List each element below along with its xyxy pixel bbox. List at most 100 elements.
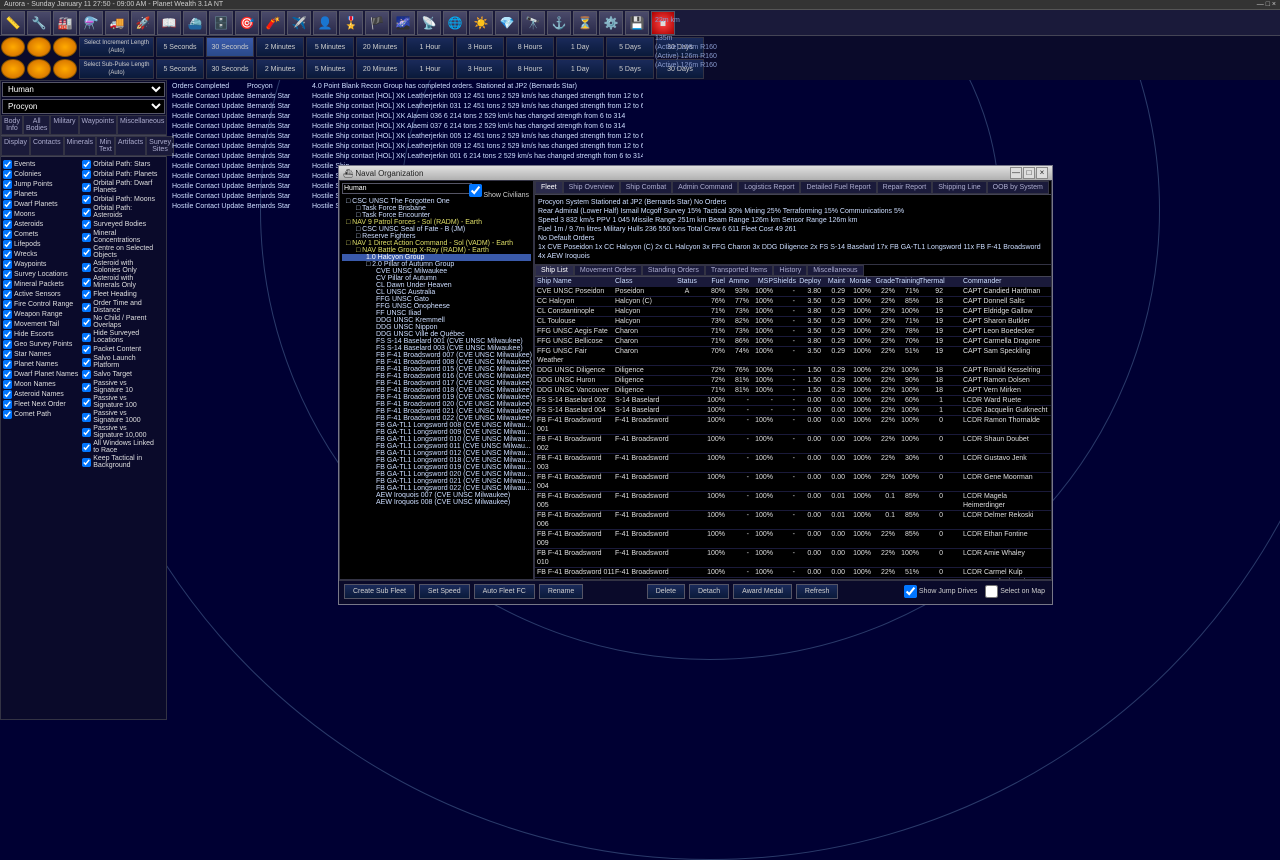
refresh-button[interactable]: Refresh (796, 584, 839, 599)
tree-node[interactable]: □ Reserve Fighters (342, 233, 531, 240)
globe-icon[interactable]: 🌐 (443, 11, 467, 35)
create-sub-fleet-button[interactable]: Create Sub Fleet (344, 584, 415, 599)
subtab-standing-orders[interactable]: Standing Orders (642, 265, 705, 276)
check-order-time-and-distance[interactable]: Order Time and Distance (82, 300, 157, 314)
check-colonies[interactable]: Colonies (3, 170, 78, 179)
tree-node[interactable]: FB F-41 Broadsword 015 (CVE UNSC Milwauk… (342, 366, 531, 373)
delete-button[interactable]: Delete (647, 584, 685, 599)
play-alt-icon[interactable] (53, 37, 77, 57)
flag-icon[interactable]: 🏴 (365, 11, 389, 35)
time-20-minutes[interactable]: 20 Minutes (356, 37, 404, 57)
subtab-miscellaneous[interactable]: Miscellaneous (807, 265, 863, 276)
tree-node[interactable]: FB F-41 Broadsword 007 (CVE UNSC Milwauk… (342, 352, 531, 359)
ruler-icon[interactable]: 📏 (1, 11, 25, 35)
time-20-minutes[interactable]: 20 Minutes (356, 59, 404, 79)
check-asteroids[interactable]: Asteroids (3, 220, 78, 229)
col-header[interactable]: Training (895, 277, 919, 286)
survey-icon[interactable]: 🔭 (521, 11, 545, 35)
time-30-seconds[interactable]: 30 Seconds (206, 37, 254, 57)
ship-row[interactable]: FFG UNSC BellicoseCharon71%86%100%-3.800… (535, 337, 1051, 347)
col-header[interactable]: Class (615, 277, 673, 286)
check-salvo-launch-platform[interactable]: Salvo Launch Platform (82, 355, 157, 369)
time-8-hours[interactable]: 8 Hours (506, 37, 554, 57)
check-jump-points[interactable]: Jump Points (3, 180, 78, 189)
ship-row[interactable]: FB F-41 Broadsword 009F-41 Broadsword100… (535, 530, 1051, 549)
time-1-day[interactable]: 1 Day (556, 59, 604, 79)
col-header[interactable]: Status (673, 277, 701, 286)
check-keep-tactical-in-background[interactable]: Keep Tactical in Background (82, 455, 157, 469)
col-header[interactable] (943, 277, 959, 286)
close-icon[interactable]: × (1036, 167, 1048, 179)
check-moon-names[interactable]: Moon Names (3, 380, 78, 389)
tree-node[interactable]: □ CSC UNSC Seal of Fate - B (JM) (342, 226, 531, 233)
check-mineral-packets[interactable]: Mineral Packets (3, 280, 78, 289)
check-passive-vs-signature-10,000[interactable]: Passive vs Signature 10,000 (82, 425, 157, 439)
galaxy-icon[interactable]: 🌌 (391, 11, 415, 35)
col-header[interactable]: Ammo (725, 277, 749, 286)
check-packet-content[interactable]: Packet Content (82, 345, 157, 354)
tree-node[interactable]: □ CSC UNSC The Forgotten One (342, 198, 531, 205)
subtab-ship-list[interactable]: Ship List (535, 265, 574, 276)
tree-node[interactable]: □ Task Force Brisbane (342, 205, 531, 212)
rename-button[interactable]: Rename (539, 584, 583, 599)
col-header[interactable]: Grade (871, 277, 895, 286)
tree-node[interactable]: DDG UNSC Nippon (342, 324, 531, 331)
time-30-seconds[interactable]: 30 Seconds (206, 59, 254, 79)
check-fire-control-range[interactable]: Fire Control Range (3, 300, 78, 309)
fleet-tab-logistics-report[interactable]: Logistics Report (738, 181, 800, 194)
save-icon[interactable]: 💾 (625, 11, 649, 35)
check-lifepods[interactable]: Lifepods (3, 240, 78, 249)
tree-node[interactable]: FB GA-TL1 Longsword 022 (CVE UNSC Milwau… (342, 485, 531, 492)
missile-icon[interactable]: 🧨 (261, 11, 285, 35)
tree-node[interactable]: FB GA-TL1 Longsword 009 (CVE UNSC Milwau… (342, 429, 531, 436)
gear-icon[interactable]: ⚙️ (599, 11, 623, 35)
check-passive-vs-signature-10[interactable]: Passive vs Signature 10 (82, 380, 157, 394)
tab-minerals[interactable]: Minerals (64, 136, 96, 156)
time-3-hours[interactable]: 3 Hours (456, 37, 504, 57)
check-comet-path[interactable]: Comet Path (3, 410, 78, 419)
system-dropdown[interactable]: Procyon (2, 99, 165, 114)
play2-forward-icon[interactable] (1, 59, 25, 79)
tree-node[interactable]: FB F-41 Broadsword 008 (CVE UNSC Milwauk… (342, 359, 531, 366)
ship-row[interactable]: DDG UNSC VancouverDiligence71%81%100%-1.… (535, 386, 1051, 396)
database-icon[interactable]: 🗄️ (209, 11, 233, 35)
check-orbital-path-asteroids[interactable]: Orbital Path: Asteroids (82, 205, 157, 219)
time-3-hours[interactable]: 3 Hours (456, 59, 504, 79)
check-waypoints[interactable]: Waypoints (3, 260, 78, 269)
tab-miscellaneous[interactable]: Miscellaneous (117, 115, 167, 135)
ship-row[interactable]: FB F-41 Broadsword 002F-41 Broadsword100… (535, 435, 1051, 454)
tree-node[interactable]: □ NAV Battle Group X-Ray (RADM) - Earth (342, 247, 531, 254)
sun-icon[interactable]: ☀️ (469, 11, 493, 35)
industry-icon[interactable]: 🏭 (53, 11, 77, 35)
check-dwarf-planets[interactable]: Dwarf Planets (3, 200, 78, 209)
ship-row[interactable]: FB F-41 Broadsword 006F-41 Broadsword100… (535, 511, 1051, 530)
fleet-tab-shipping-line[interactable]: Shipping Line (932, 181, 986, 194)
check-dwarf-planet-names[interactable]: Dwarf Planet Names (3, 370, 78, 379)
hourglass-icon[interactable]: ⏳ (573, 11, 597, 35)
time-8-hours[interactable]: 8 Hours (506, 59, 554, 79)
col-header[interactable]: MSP (749, 277, 773, 286)
ship-row[interactable]: FFG UNSC Aegis FateCharon71%73%100%-3.50… (535, 327, 1051, 337)
fleet-tree[interactable]: Show Civilians □ CSC UNSC The Forgotten … (339, 180, 534, 580)
check-no-child-/-parent-overlaps[interactable]: No Child / Parent Overlaps (82, 315, 157, 329)
play2-auto-icon[interactable] (27, 59, 51, 79)
check-asteroid-names[interactable]: Asteroid Names (3, 390, 78, 399)
check-asteroid-with-colonies-only[interactable]: Asteroid with Colonies Only (82, 260, 157, 274)
fighter-icon[interactable]: ✈️ (287, 11, 311, 35)
tree-node[interactable]: CL UNSC Australia (342, 289, 531, 296)
tree-node[interactable]: FB F-41 Broadsword 017 (CVE UNSC Milwauk… (342, 380, 531, 387)
tree-node[interactable]: FB GA-TL1 Longsword 010 (CVE UNSC Milwau… (342, 436, 531, 443)
check-salvo-target[interactable]: Salvo Target (82, 370, 157, 379)
time-2-minutes[interactable]: 2 Minutes (256, 59, 304, 79)
detach-button[interactable]: Detach (689, 584, 729, 599)
ship-row[interactable]: DDG UNSC HuronDiligence72%81%100%-1.500.… (535, 376, 1051, 386)
check-events[interactable]: Events (3, 160, 78, 169)
check-movement-tail[interactable]: Movement Tail (3, 320, 78, 329)
play-forward-icon[interactable] (1, 37, 25, 57)
tree-node[interactable]: FB GA-TL1 Longsword 021 (CVE UNSC Milwau… (342, 478, 531, 485)
check-star-names[interactable]: Star Names (3, 350, 78, 359)
tree-node[interactable]: FB F-41 Broadsword 022 (CVE UNSC Milwauk… (342, 415, 531, 422)
tree-node[interactable]: FS S-14 Baselard 003 (CVE UNSC Milwaukee… (342, 345, 531, 352)
time-5-days[interactable]: 5 Days (606, 37, 654, 57)
ship-row[interactable]: CL ConstantinopleHalcyon71%73%100%-3.800… (535, 307, 1051, 317)
